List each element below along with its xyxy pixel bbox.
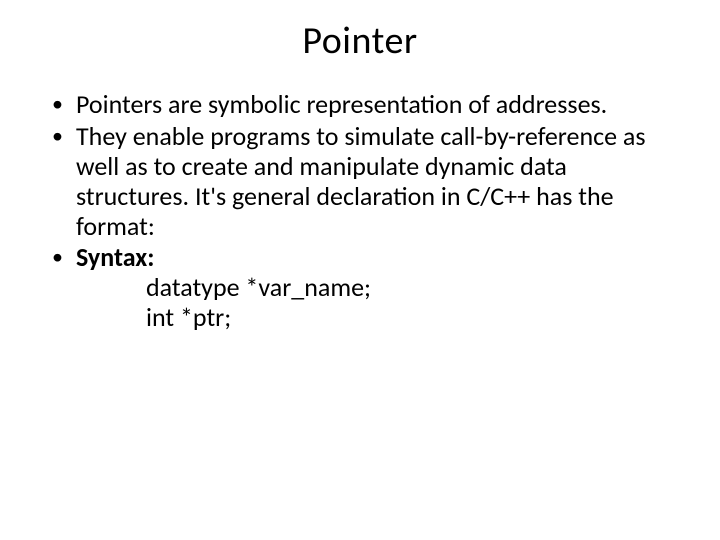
slide: Pointer Pointers are symbolic representa… [0,0,720,540]
bullet-text: They enable programs to simulate call-by… [76,120,646,242]
bullet-item: Pointers are symbolic representation of … [50,90,670,120]
slide-body: Pointers are symbolic representation of … [0,72,720,333]
slide-title: Pointer [0,0,720,72]
syntax-line: datatype *var_name; [76,273,670,303]
syntax-line: int *ptr; [76,303,670,333]
syntax-label: Syntax: [76,241,154,273]
bullet-list: Pointers are symbolic representation of … [50,90,670,333]
bullet-item: They enable programs to simulate call-by… [50,122,670,242]
bullet-text: Pointers are symbolic representation of … [76,88,607,120]
bullet-item: Syntax: datatype *var_name; int *ptr; [50,243,670,333]
